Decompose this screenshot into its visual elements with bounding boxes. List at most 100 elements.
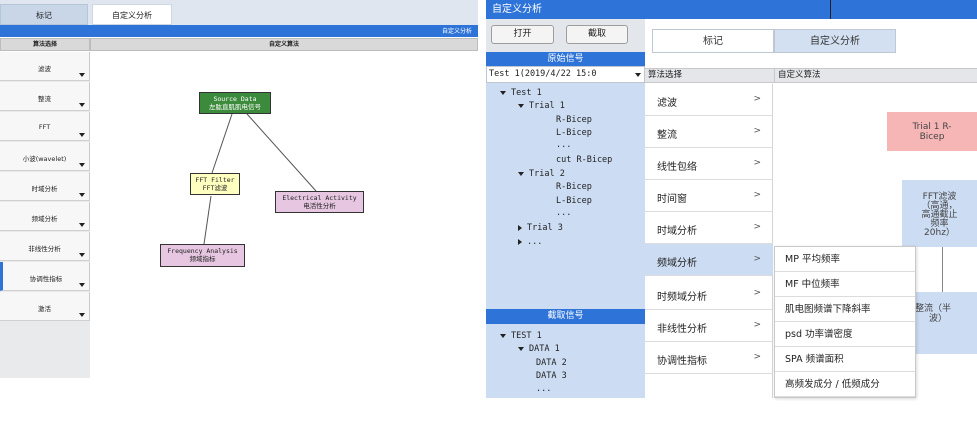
tree-node[interactable]: ... (518, 237, 542, 247)
tree-node[interactable]: DATA 1 (518, 344, 560, 354)
node-frequency-analysis[interactable]: Frequency Analysis 频域指标 (160, 244, 245, 267)
chevron-right-icon: > (753, 352, 761, 362)
tree-node-label: Trial 1 (529, 101, 565, 111)
algo-menu-item[interactable]: 滤波 > (645, 84, 773, 116)
node-rect-line1: 整流（半 (915, 304, 952, 314)
node-trial-line2: Bicep (919, 132, 945, 142)
left-tab-mark[interactable]: 标记 (0, 4, 88, 25)
node-source-line1: Source Data (213, 95, 257, 103)
chevron-down-icon[interactable] (635, 73, 641, 77)
left-algo-item[interactable]: 整流 (0, 82, 90, 111)
node-trial1-rbicep[interactable]: Trial 1 R- Bicep (887, 112, 977, 151)
algo-menu-item-selected[interactable]: 频域分析 > (645, 244, 773, 276)
node-rectification[interactable]: 整流（半 波） (911, 292, 977, 354)
dropdown-arrow-icon[interactable] (79, 193, 85, 197)
source-signal-value: Test 1(2019/4/22 15:0 (489, 69, 597, 79)
submenu-item[interactable]: psd 功率谱密度 (775, 322, 915, 347)
tree-node[interactable]: cut R-Bicep (556, 155, 612, 165)
dropdown-arrow-icon[interactable] (79, 313, 85, 317)
tab-custom-analysis[interactable]: 自定义分析 (774, 29, 896, 53)
algo-menu-item[interactable]: 时间窗 > (645, 180, 773, 212)
source-signal-header: 原始信号 (486, 52, 645, 66)
tree-node-label: DATA 2 (536, 358, 567, 368)
left-algo-item[interactable]: 激活 (0, 292, 90, 321)
tree-node[interactable]: Trial 1 (518, 101, 565, 111)
node-fft-line2: FFT滤波 (202, 184, 228, 192)
algo-menu-item[interactable]: 非线性分析 > (645, 310, 773, 342)
left-algorithm-column-header: 算法选择 (0, 38, 90, 51)
left-algo-item[interactable]: 协调性指标 (0, 262, 90, 291)
algo-menu-item[interactable]: 时域分析 > (645, 212, 773, 244)
tree-node[interactable]: TEST 1 (500, 331, 542, 341)
tree-node[interactable]: Test 1 (500, 88, 542, 98)
tree-node[interactable]: DATA 2 (536, 358, 567, 368)
left-algo-item[interactable]: 时域分析 (0, 172, 90, 201)
expand-arrow-icon[interactable] (518, 171, 524, 176)
window-title-bar: 自定义分析 (486, 0, 977, 19)
node-fft-filter-highpass[interactable]: FFT滤波 （高通， 高通截止 频率 20hz） (902, 180, 977, 247)
cut-button[interactable]: 截取 (566, 25, 628, 44)
algo-menu-item[interactable]: 线性包络 > (645, 148, 773, 180)
tree-node-label: cut R-Bicep (556, 155, 613, 165)
left-algo-label: 整流 (38, 95, 51, 103)
cursor-guide-line (830, 0, 831, 19)
algo-label: 频域分析 (657, 258, 697, 269)
tree-node[interactable]: DATA 3 (536, 371, 567, 381)
left-algo-item[interactable]: 小波(wavelet) (0, 142, 90, 171)
submenu-item[interactable]: 高频发成分 / 低频成分 (775, 372, 915, 397)
dropdown-arrow-icon[interactable] (79, 73, 85, 77)
chevron-right-icon: > (753, 288, 761, 298)
tree-node[interactable]: L-Bicep (556, 128, 592, 138)
connector-lines (203, 113, 317, 245)
chevron-right-icon: > (753, 126, 761, 136)
window-title: 自定义分析 (492, 4, 542, 15)
algo-menu-item[interactable]: 整流 > (645, 116, 773, 148)
tree-node[interactable]: R-Bicep (556, 182, 592, 192)
dropdown-arrow-icon[interactable] (79, 223, 85, 227)
chevron-right-icon: > (753, 158, 761, 168)
left-algo-label: 激活 (38, 305, 51, 313)
left-algo-label: 协调性指标 (29, 275, 63, 283)
submenu-item[interactable]: SPA 频谱面积 (775, 347, 915, 372)
dropdown-arrow-icon[interactable] (79, 283, 85, 287)
left-flow-canvas[interactable]: Source Data 左肱直肌肌电信号 FFT Filter FFT滤波 El… (91, 52, 478, 378)
algo-menu-item[interactable]: 时频域分析 > (645, 278, 773, 310)
tree-node-label: ... (556, 208, 572, 218)
expand-arrow-icon[interactable] (500, 90, 506, 95)
collapse-arrow-icon[interactable] (518, 224, 522, 231)
dropdown-arrow-icon[interactable] (79, 103, 85, 107)
source-signal-tree: Test 1 Trial 1 R-Bicep L-Bicep ... cut R… (486, 83, 645, 309)
algo-label: 时域分析 (657, 226, 697, 237)
node-source-data[interactable]: Source Data 左肱直肌肌电信号 (199, 92, 271, 114)
submenu-item[interactable]: 肌电图频谱下降斜率 (775, 297, 915, 322)
node-fft-filter[interactable]: FFT Filter FFT滤波 (190, 173, 240, 195)
left-algo-item[interactable]: FFT (0, 112, 90, 141)
node-electrical-activity[interactable]: Electrical Activity 电活性分析 (275, 191, 364, 213)
submenu-item[interactable]: MP 平均频率 (775, 247, 915, 272)
cut-signal-header: 截取信号 (486, 309, 645, 324)
algo-menu-item[interactable]: 协调性指标 > (645, 342, 773, 374)
node-frequency-line1: Frequency Analysis (167, 247, 238, 255)
expand-arrow-icon[interactable] (518, 346, 524, 351)
submenu-item[interactable]: MF 中位频率 (775, 272, 915, 297)
collapse-arrow-icon[interactable] (518, 238, 522, 245)
left-tab-custom-analysis[interactable]: 自定义分析 (92, 4, 172, 25)
tree-node-label: Test 1 (511, 88, 542, 98)
tree-node[interactable]: R-Bicep (556, 115, 592, 125)
left-algo-item[interactable]: 非线性分析 (0, 232, 90, 261)
tab-mark[interactable]: 标记 (652, 29, 774, 53)
dropdown-arrow-icon[interactable] (79, 133, 85, 137)
tree-node[interactable]: L-Bicep (556, 196, 592, 206)
expand-arrow-icon[interactable] (500, 333, 506, 338)
dropdown-arrow-icon[interactable] (79, 163, 85, 167)
tree-node[interactable]: Trial 3 (518, 223, 563, 233)
left-algo-item[interactable]: 滤波 (0, 52, 90, 81)
tree-node[interactable]: Trial 2 (518, 169, 565, 179)
open-button[interactable]: 打开 (491, 25, 554, 44)
custom-algorithm-column-header: 自定义算法 (775, 68, 977, 83)
source-signal-select[interactable]: Test 1(2019/4/22 15:0 (486, 66, 645, 83)
left-algo-item[interactable]: 频域分析 (0, 202, 90, 231)
tree-node-label: TEST 1 (511, 331, 542, 341)
expand-arrow-icon[interactable] (518, 103, 524, 108)
dropdown-arrow-icon[interactable] (79, 253, 85, 257)
